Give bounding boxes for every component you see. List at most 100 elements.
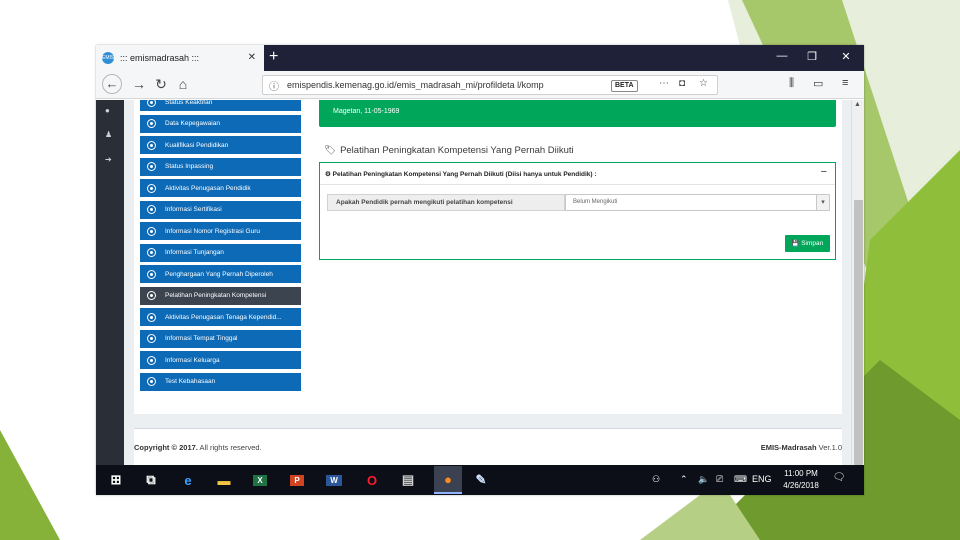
volume-icon[interactable]: 🔈 xyxy=(698,474,709,485)
taskbar-clock[interactable]: 11:00 PM 4/26/2018 xyxy=(776,468,826,492)
word-icon-glyph: W xyxy=(326,474,342,486)
clock-date: 4/26/2018 xyxy=(783,481,819,490)
word-icon[interactable]: W xyxy=(324,470,344,490)
back-arrow-icon[interactable]: ← xyxy=(102,74,122,94)
profile-info-box: Magetan, 11-05-1969 xyxy=(319,100,836,127)
people-icon[interactable]: ⚇ xyxy=(652,474,660,485)
opera-icon[interactable]: O xyxy=(362,470,382,490)
sidebar-item[interactable]: Aktivitas Penugasan Tenaga Kependid... xyxy=(140,308,301,326)
training-panel: ⚙ Pelatihan Peningkatan Kompetensi Yang … xyxy=(319,162,836,260)
sidebar-item-label: Informasi Sertifikasi xyxy=(165,206,222,213)
sidebar-item[interactable]: Informasi Keluarga xyxy=(140,351,301,369)
powerpoint-icon[interactable]: P xyxy=(287,470,307,490)
page-footer: Copyright © 2017. All rights reserved. E… xyxy=(134,428,842,465)
circle-dot-icon xyxy=(147,183,156,193)
window-restore-button[interactable]: ❐ xyxy=(804,50,820,63)
tab-close-icon[interactable]: ✕ xyxy=(248,52,256,63)
browser-tab[interactable]: EMIS ::: emismadrasah ::: ✕ xyxy=(96,45,264,71)
sidebar-item[interactable]: Test Kebahasaan xyxy=(140,372,301,391)
sidebar-item[interactable]: Aktivitas Penugasan Pendidik xyxy=(140,179,301,197)
sidebar-item-label: Informasi Tempat Tinggal xyxy=(165,335,238,342)
clock-time: 11:00 PM xyxy=(784,469,818,478)
reload-icon[interactable]: ↻ xyxy=(152,76,170,92)
sidebar-item-label: Aktivitas Penugasan Pendidik xyxy=(165,184,251,192)
select-value: Belum Mengikuti xyxy=(573,199,618,205)
new-tab-button[interactable]: + xyxy=(269,48,278,66)
sidebar-item[interactable]: Penghargaan Yang Pernah Diperoleh xyxy=(140,265,301,283)
panel-collapse-button[interactable]: − xyxy=(821,166,827,178)
sign-out-icon[interactable]: ➔ xyxy=(105,155,112,164)
pocket-icon[interactable]: ◘ xyxy=(679,78,685,89)
sidebar-toggle-icon[interactable]: ▭ xyxy=(813,77,823,90)
sidebar-item[interactable]: Pelatihan Peningkatan Kompetensi xyxy=(140,286,301,305)
chevron-down-icon[interactable]: ▾ xyxy=(816,195,829,210)
task-view-icon[interactable]: ⧉ xyxy=(141,470,161,490)
library-icon[interactable]: ⫼ xyxy=(789,77,794,90)
page-viewport: ● ♟ ➔ Status Keaktifan Data Kepegawaian Ku… xyxy=(96,100,864,465)
sidebar-item[interactable]: Informasi Sertifikasi xyxy=(140,200,301,219)
paint-app-icon-glyph: ✎ xyxy=(475,472,487,487)
task-view-icon-glyph: ⧉ xyxy=(146,472,156,487)
sidebar-item[interactable]: Informasi Nomor Registrasi Guru xyxy=(140,222,301,240)
window-close-button[interactable]: ✕ xyxy=(838,50,854,63)
address-bar[interactable]: ⓘ emispendis.kemenag.go.id/emis_madrasah… xyxy=(262,75,718,95)
language-indicator[interactable]: ENG xyxy=(752,474,772,484)
forward-arrow-icon[interactable]: → xyxy=(130,76,148,92)
scrollbar-thumb[interactable] xyxy=(854,200,863,465)
sidebar-item-label: Data Kepegawaian xyxy=(165,120,220,127)
sidebar-item-label: Status Inpassing xyxy=(165,163,214,170)
sidebar-item[interactable]: Status Inpassing xyxy=(140,157,301,176)
users-group-icon[interactable]: ♟ xyxy=(105,130,112,139)
sidebar-item[interactable]: Kualifikasi Pendidikan xyxy=(140,136,301,154)
circle-dot-icon xyxy=(147,291,156,300)
sidebar-item-label: Kualifikasi Pendidikan xyxy=(165,141,229,149)
circle-dot-icon xyxy=(147,140,156,150)
firefox-icon[interactable]: ● xyxy=(434,466,462,494)
sidebar-item[interactable]: Data Kepegawaian xyxy=(140,114,301,133)
sidebar-item[interactable]: Status Keaktifan xyxy=(140,100,301,111)
printer-app-icon[interactable]: ▤ xyxy=(398,470,418,490)
circle-dot-icon xyxy=(147,312,156,322)
firefox-icon-glyph: ● xyxy=(444,471,452,487)
page-scrollbar[interactable]: ▲ xyxy=(851,100,864,465)
sidebar-item-label: Aktivitas Penugasan Tenaga Kependid... xyxy=(165,313,282,321)
opera-icon-glyph: O xyxy=(366,472,378,488)
network-icon[interactable]: ⎚ xyxy=(716,474,723,485)
save-button[interactable]: 💾 Simpan xyxy=(785,235,830,252)
app-version: EMIS-Madrasah Ver.1.0 xyxy=(760,443,842,452)
sidebar-item[interactable]: Informasi Tunjangan xyxy=(140,243,301,262)
circle-dot-icon xyxy=(147,162,156,171)
site-info-icon[interactable]: ⓘ xyxy=(269,78,279,93)
edge-icon-glyph: e xyxy=(184,472,192,488)
screenshot-frame: EMIS ::: emismadrasah ::: ✕ + — ❐ ✕ ← → … xyxy=(96,45,864,495)
user-icon[interactable]: ● xyxy=(105,106,110,115)
edge-icon[interactable]: e xyxy=(178,470,198,490)
sidebar-item-label: Penghargaan Yang Pernah Diperoleh xyxy=(165,270,273,278)
home-icon[interactable]: ⌂ xyxy=(174,76,192,92)
browser-tab-bar: EMIS ::: emismadrasah ::: ✕ + — ❐ ✕ xyxy=(96,45,864,71)
bookmark-star-icon[interactable]: ☆ xyxy=(699,78,708,89)
circle-dot-icon xyxy=(147,119,156,128)
circle-dot-icon xyxy=(147,205,156,214)
section-title: 🏷 Pelatihan Peningkatan Kompetensi Yang P… xyxy=(324,145,574,156)
sidebar-item[interactable]: Informasi Tempat Tinggal xyxy=(140,329,301,348)
page-actions-icon[interactable]: ⋯ xyxy=(659,78,669,89)
scroll-up-icon[interactable]: ▲ xyxy=(854,101,861,108)
window-minimize-button[interactable]: — xyxy=(774,50,790,62)
hamburger-menu-icon[interactable]: ≡ xyxy=(842,77,848,89)
circle-dot-icon xyxy=(147,100,156,107)
keyboard-icon[interactable]: ⌨ xyxy=(734,474,747,485)
windows-start-icon[interactable]: ⊞ xyxy=(106,470,126,490)
cogs-icon: ⚙ xyxy=(325,171,331,178)
copyright-text: Copyright © 2017. All rights reserved. xyxy=(134,443,262,452)
windows-taskbar: ⚇ ⌃ 🔈 ⎚ ⌨ ENG 11:00 PM 4/26/2018 🗨 ⊞ ⧉ e ▬ X… xyxy=(96,465,864,495)
circle-dot-icon xyxy=(147,377,156,386)
tray-chevron-up-icon[interactable]: ⌃ xyxy=(680,474,688,485)
notification-center-icon[interactable]: 🗨 xyxy=(831,472,847,488)
sidebar-item-label: Test Kebahasaan xyxy=(165,378,216,385)
training-status-select[interactable]: Belum Mengikuti ▾ xyxy=(565,194,830,211)
url-text[interactable]: emispendis.kemenag.go.id/emis_madrasah_m… xyxy=(287,80,603,90)
paint-app-icon[interactable]: ✎ xyxy=(471,470,491,490)
file-explorer-icon[interactable]: ▬ xyxy=(214,470,234,490)
excel-icon[interactable]: X xyxy=(250,470,270,490)
